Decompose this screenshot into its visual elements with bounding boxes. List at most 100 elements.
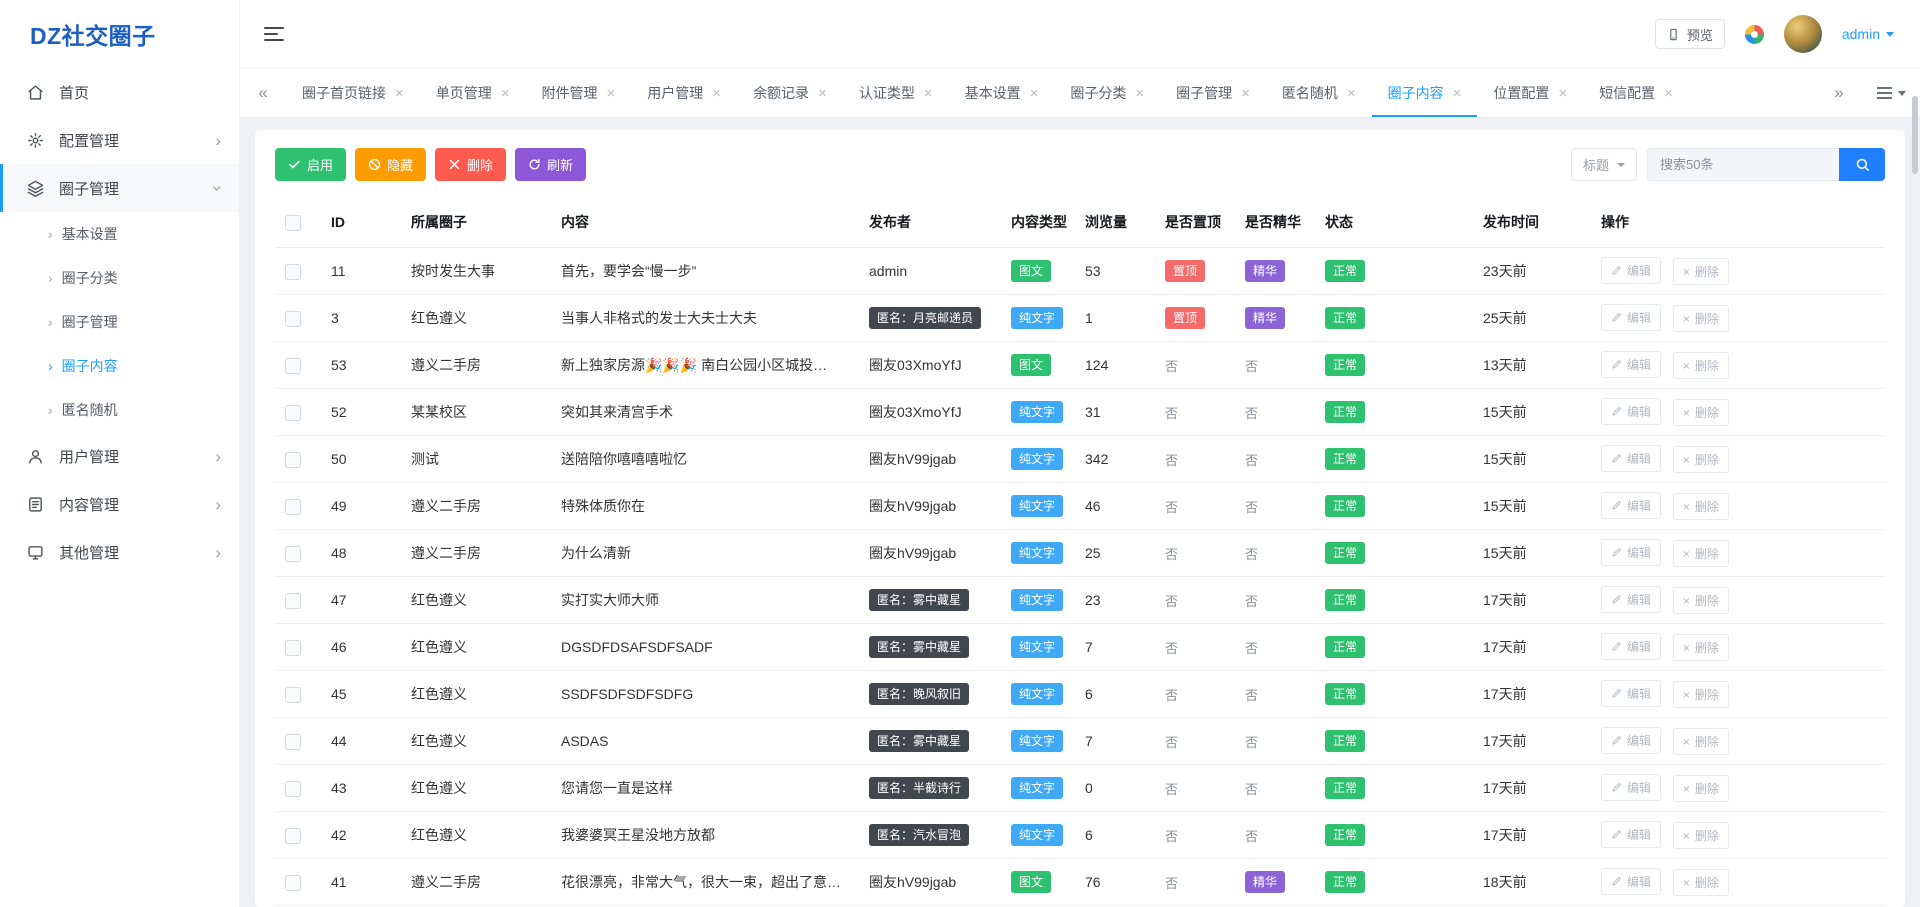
search-input[interactable] bbox=[1647, 148, 1839, 181]
row-edit-button[interactable]: 编辑 bbox=[1601, 586, 1661, 613]
preview-button[interactable]: 预览 bbox=[1655, 19, 1725, 49]
sidebar-subitem[interactable]: › 圈子内容 bbox=[0, 344, 239, 388]
row-checkbox[interactable] bbox=[285, 405, 301, 421]
tab[interactable]: 圈子首页链接 × bbox=[286, 69, 420, 117]
tab-scroll-left[interactable]: « bbox=[240, 69, 286, 117]
tab[interactable]: 附件管理 × bbox=[526, 69, 632, 117]
row-delete-button[interactable]: × 删除 bbox=[1673, 493, 1729, 520]
row-edit-button[interactable]: 编辑 bbox=[1601, 680, 1661, 707]
enable-button[interactable]: 启用 bbox=[275, 148, 346, 181]
avatar[interactable] bbox=[1784, 15, 1822, 53]
tab[interactable]: 基本设置 × bbox=[949, 69, 1055, 117]
tab-close-icon[interactable]: × bbox=[395, 85, 404, 102]
tab[interactable]: 用户管理 × bbox=[631, 69, 737, 117]
delete-button[interactable]: 删除 bbox=[435, 148, 506, 181]
user-menu[interactable]: admin bbox=[1842, 26, 1894, 42]
row-checkbox[interactable] bbox=[285, 828, 301, 844]
sidebar-subitem[interactable]: › 圈子管理 bbox=[0, 300, 239, 344]
hide-button[interactable]: 隐藏 bbox=[355, 148, 426, 181]
row-delete-button[interactable]: × 删除 bbox=[1673, 258, 1729, 285]
tab-close-icon[interactable]: × bbox=[818, 85, 827, 102]
row-edit-button[interactable]: 编辑 bbox=[1601, 351, 1661, 378]
row-delete-button[interactable]: × 删除 bbox=[1673, 540, 1729, 567]
tab[interactable]: 认证类型 × bbox=[843, 69, 949, 117]
tab-close-icon[interactable]: × bbox=[924, 85, 933, 102]
row-edit-button[interactable]: 编辑 bbox=[1601, 445, 1661, 472]
row-delete-button[interactable]: × 删除 bbox=[1673, 446, 1729, 473]
row-checkbox[interactable] bbox=[285, 546, 301, 562]
sidebar-item-user[interactable]: 用户管理 › bbox=[0, 432, 239, 480]
row-edit-button[interactable]: 编辑 bbox=[1601, 539, 1661, 566]
row-checkbox[interactable] bbox=[285, 734, 301, 750]
row-edit-button[interactable]: 编辑 bbox=[1601, 868, 1661, 895]
sidebar-subitem[interactable]: › 基本设置 bbox=[0, 212, 239, 256]
row-delete-button[interactable]: × 删除 bbox=[1673, 352, 1729, 379]
row-edit-button[interactable]: 编辑 bbox=[1601, 492, 1661, 519]
refresh-button[interactable]: 刷新 bbox=[515, 148, 586, 181]
tab[interactable]: 圈子内容 × bbox=[1372, 69, 1478, 117]
tab-close-icon[interactable]: × bbox=[712, 85, 721, 102]
tab-close-icon[interactable]: × bbox=[1453, 85, 1462, 102]
row-edit-button[interactable]: 编辑 bbox=[1601, 304, 1661, 331]
palette-icon[interactable] bbox=[1745, 25, 1764, 44]
row-checkbox[interactable] bbox=[285, 781, 301, 797]
x-icon: × bbox=[1683, 735, 1690, 749]
row-checkbox[interactable] bbox=[285, 875, 301, 891]
tab-close-icon[interactable]: × bbox=[1558, 85, 1567, 102]
tab-scroll-right[interactable]: » bbox=[1816, 69, 1862, 117]
row-edit-button[interactable]: 编辑 bbox=[1601, 821, 1661, 848]
row-delete-button[interactable]: × 删除 bbox=[1673, 634, 1729, 661]
tab[interactable]: 圈子管理 × bbox=[1160, 69, 1266, 117]
tab-close-icon[interactable]: × bbox=[1241, 85, 1250, 102]
tab-close-icon[interactable]: × bbox=[501, 85, 510, 102]
row-delete-button[interactable]: × 删除 bbox=[1673, 681, 1729, 708]
sidebar-item-home[interactable]: 首页 bbox=[0, 68, 239, 116]
row-edit-button[interactable]: 编辑 bbox=[1601, 633, 1661, 660]
sidebar-item-config[interactable]: 配置管理 › bbox=[0, 116, 239, 164]
tab[interactable]: 余额记录 × bbox=[737, 69, 843, 117]
cell-views: 23 bbox=[1075, 577, 1155, 624]
row-edit-button[interactable]: 编辑 bbox=[1601, 257, 1661, 284]
sidebar-item-other[interactable]: 其他管理 › bbox=[0, 528, 239, 576]
search-filter-select[interactable]: 标题 bbox=[1571, 148, 1637, 181]
row-delete-button[interactable]: × 删除 bbox=[1673, 587, 1729, 614]
row-delete-button[interactable]: × 删除 bbox=[1673, 399, 1729, 426]
edit-label: 编辑 bbox=[1627, 873, 1651, 890]
cell-publisher: 圈友hV99jgab bbox=[859, 530, 1001, 577]
row-edit-button[interactable]: 编辑 bbox=[1601, 727, 1661, 754]
page-scrollbar[interactable] bbox=[1912, 96, 1918, 174]
row-delete-button[interactable]: × 删除 bbox=[1673, 869, 1729, 896]
row-delete-button[interactable]: × 删除 bbox=[1673, 775, 1729, 802]
hamburger-menu-icon[interactable] bbox=[264, 27, 284, 41]
row-checkbox[interactable] bbox=[285, 640, 301, 656]
tab[interactable]: 匿名随机 × bbox=[1266, 69, 1372, 117]
row-checkbox[interactable] bbox=[285, 311, 301, 327]
select-all-checkbox[interactable] bbox=[285, 215, 301, 231]
tab-close-icon[interactable]: × bbox=[1030, 85, 1039, 102]
row-checkbox[interactable] bbox=[285, 499, 301, 515]
row-delete-button[interactable]: × 删除 bbox=[1673, 822, 1729, 849]
row-edit-button[interactable]: 编辑 bbox=[1601, 774, 1661, 801]
row-checkbox[interactable] bbox=[285, 593, 301, 609]
tab[interactable]: 单页管理 × bbox=[420, 69, 526, 117]
sidebar-item-circle[interactable]: 圈子管理 › bbox=[0, 164, 239, 212]
sidebar-subitem[interactable]: › 圈子分类 bbox=[0, 256, 239, 300]
tab-close-icon[interactable]: × bbox=[1347, 85, 1356, 102]
search-button[interactable] bbox=[1839, 148, 1885, 181]
tab[interactable]: 圈子分类 × bbox=[1054, 69, 1160, 117]
tab[interactable]: 位置配置 × bbox=[1477, 69, 1583, 117]
row-checkbox[interactable] bbox=[285, 358, 301, 374]
row-checkbox[interactable] bbox=[285, 452, 301, 468]
tab-close-icon[interactable]: × bbox=[1135, 85, 1144, 102]
row-edit-button[interactable]: 编辑 bbox=[1601, 398, 1661, 425]
pencil-icon bbox=[1611, 453, 1622, 464]
tab[interactable]: 短信配置 × bbox=[1583, 69, 1689, 117]
tab-close-icon[interactable]: × bbox=[607, 85, 616, 102]
tab-close-icon[interactable]: × bbox=[1664, 85, 1673, 102]
sidebar-item-content[interactable]: 内容管理 › bbox=[0, 480, 239, 528]
row-checkbox[interactable] bbox=[285, 687, 301, 703]
row-delete-button[interactable]: × 删除 bbox=[1673, 728, 1729, 755]
row-checkbox[interactable] bbox=[285, 264, 301, 280]
sidebar-subitem[interactable]: › 匿名随机 bbox=[0, 388, 239, 432]
row-delete-button[interactable]: × 删除 bbox=[1673, 305, 1729, 332]
